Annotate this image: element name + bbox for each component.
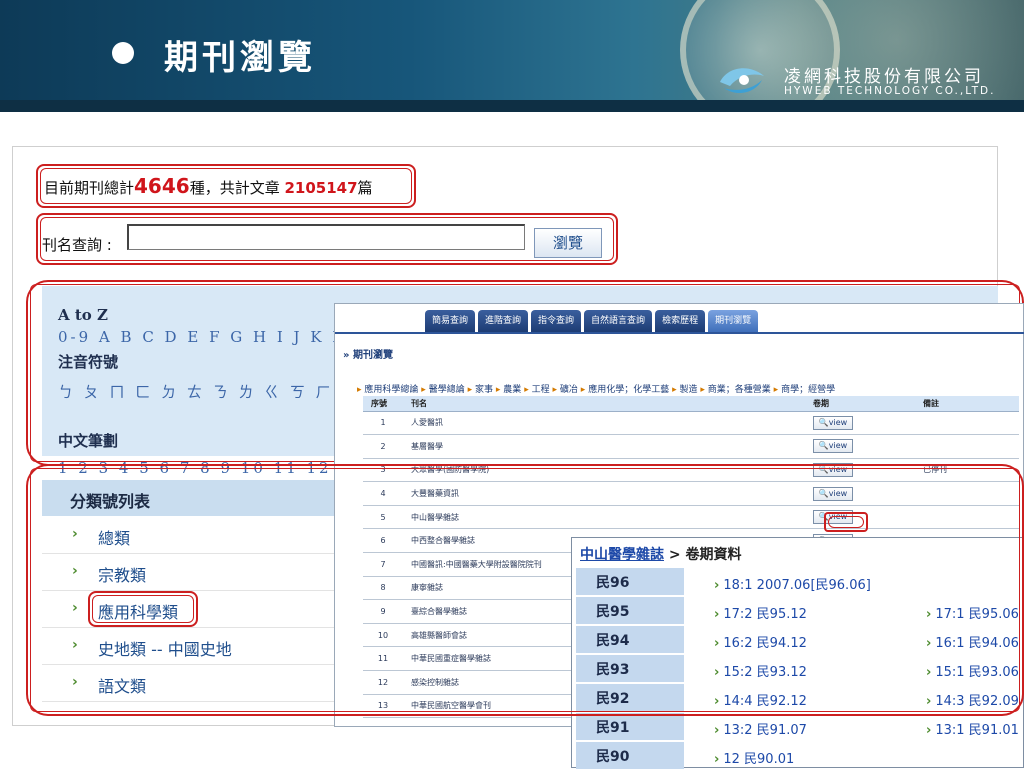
table-row: 2 基層醫學 🔍view [363,434,1019,459]
issue-row: 民90 › 12 民90.01 [576,742,1024,771]
path-item[interactable]: 商學；經營學 [781,385,835,395]
category-highlight [26,464,1024,716]
article-count: 2105147 [284,179,358,197]
tab-command-search[interactable]: 指令查詢 [531,310,582,332]
tab-journal-browse[interactable]: 期刊瀏覽 [708,310,759,332]
issues-cell: 🔍view [805,411,915,436]
table-header-row: 序號 刊名 卷期 備註 [363,396,1019,412]
chevron-right-icon: › [926,723,932,738]
browse-button[interactable]: 瀏覽 [534,228,602,258]
company-name-en: HYWEB TECHNOLOGY CO.,LTD. [784,85,996,97]
journal-count: 4646 [134,174,190,198]
row-number: 2 [363,434,403,459]
issue-link[interactable]: › 13:1 民91.01 [926,719,1019,738]
path-item[interactable]: 應用科學總論 [364,385,418,395]
hyweb-logo-icon [720,68,764,94]
stats-prefix: 目前期刊總計 [44,179,135,197]
issue-year: 民90 [576,742,684,769]
issue-label: 12 民90.01 [723,752,795,767]
view-button[interactable]: 🔍view [813,439,853,454]
row-number: 1 [363,411,403,436]
chevron-right-icon: › [714,752,720,767]
view-button[interactable]: 🔍view [813,415,853,430]
banner-bottom-strip [0,100,1024,112]
path-item[interactable]: 商業；各種營業 [708,385,771,395]
tab-natural-language-search[interactable]: 自然語言查詢 [584,310,653,332]
issue-link[interactable]: › 13:2 民91.07 [714,719,807,738]
path-item[interactable]: 應用化學；化學工藝 [588,385,669,395]
path-item[interactable]: 農業 [503,385,521,395]
stats-mid: 種，共計文章 [189,179,280,197]
query-tabs: 簡易查詢 進階查詢 指令查詢 自然語言查詢 檢索歷程 期刊瀏覽 [425,310,759,332]
path-item[interactable]: 家事 [475,385,493,395]
issue-label: 13:1 民91.01 [935,723,1019,738]
issue-label: 13:2 民91.07 [723,723,807,738]
note [915,411,1019,436]
journal-search-input[interactable] [127,224,525,250]
company-name-cn: 凌網科技股份有限公司 [784,67,984,87]
stats-suffix: 篇 [357,179,373,197]
column-header: 序號 [363,396,403,412]
tab-search-history[interactable]: 檢索歷程 [655,310,706,332]
column-header: 刊名 [403,396,805,412]
column-header: 卷期 [805,396,915,412]
path-item[interactable]: 製造 [679,385,697,395]
journal-title[interactable]: 人愛醫訊 [403,411,805,436]
table-row: 1 人愛醫訊 🔍view [363,411,1019,436]
path-item[interactable]: 醫學總論 [429,385,465,395]
column-header: 備註 [915,396,1019,412]
path-item[interactable]: 工程 [532,385,550,395]
breadcrumb: » 期刊瀏覽 [343,350,393,361]
issue-year: 民91 [576,713,684,740]
tab-advanced-search[interactable]: 進階查詢 [478,310,529,332]
category-path: ▸ 應用科學總論 ▸ 醫學總論 ▸ 家事 ▸ 農業 ▸ 工程 ▸ 礦冶 ▸ 應用… [357,385,836,395]
note [915,434,1019,459]
view-button-highlight [824,512,868,532]
search-label: 刊名查詢 : [42,236,112,254]
path-item[interactable]: 礦冶 [560,385,578,395]
chevron-right-icon: › [714,723,720,738]
issue-link[interactable]: › 12 民90.01 [714,748,794,767]
tab-simple-search[interactable]: 簡易查詢 [425,310,476,332]
issue-row: 民91 › 13:2 民91.07 › 13:1 民91.01 [576,713,1024,742]
view-label: view [828,441,848,451]
issues-cell: 🔍view [805,434,915,459]
tab-underline [335,332,1024,334]
view-label: view [828,417,848,427]
slide-title: 期刊瀏覽 [164,38,316,78]
journal-title[interactable]: 基層醫學 [403,434,805,459]
journal-stats: 目前期刊總計4646種，共計文章 2105147篇 [44,174,373,198]
slide-banner: 期刊瀏覽 凌網科技股份有限公司 HYWEB TECHNOLOGY CO.,LTD… [0,0,1024,112]
